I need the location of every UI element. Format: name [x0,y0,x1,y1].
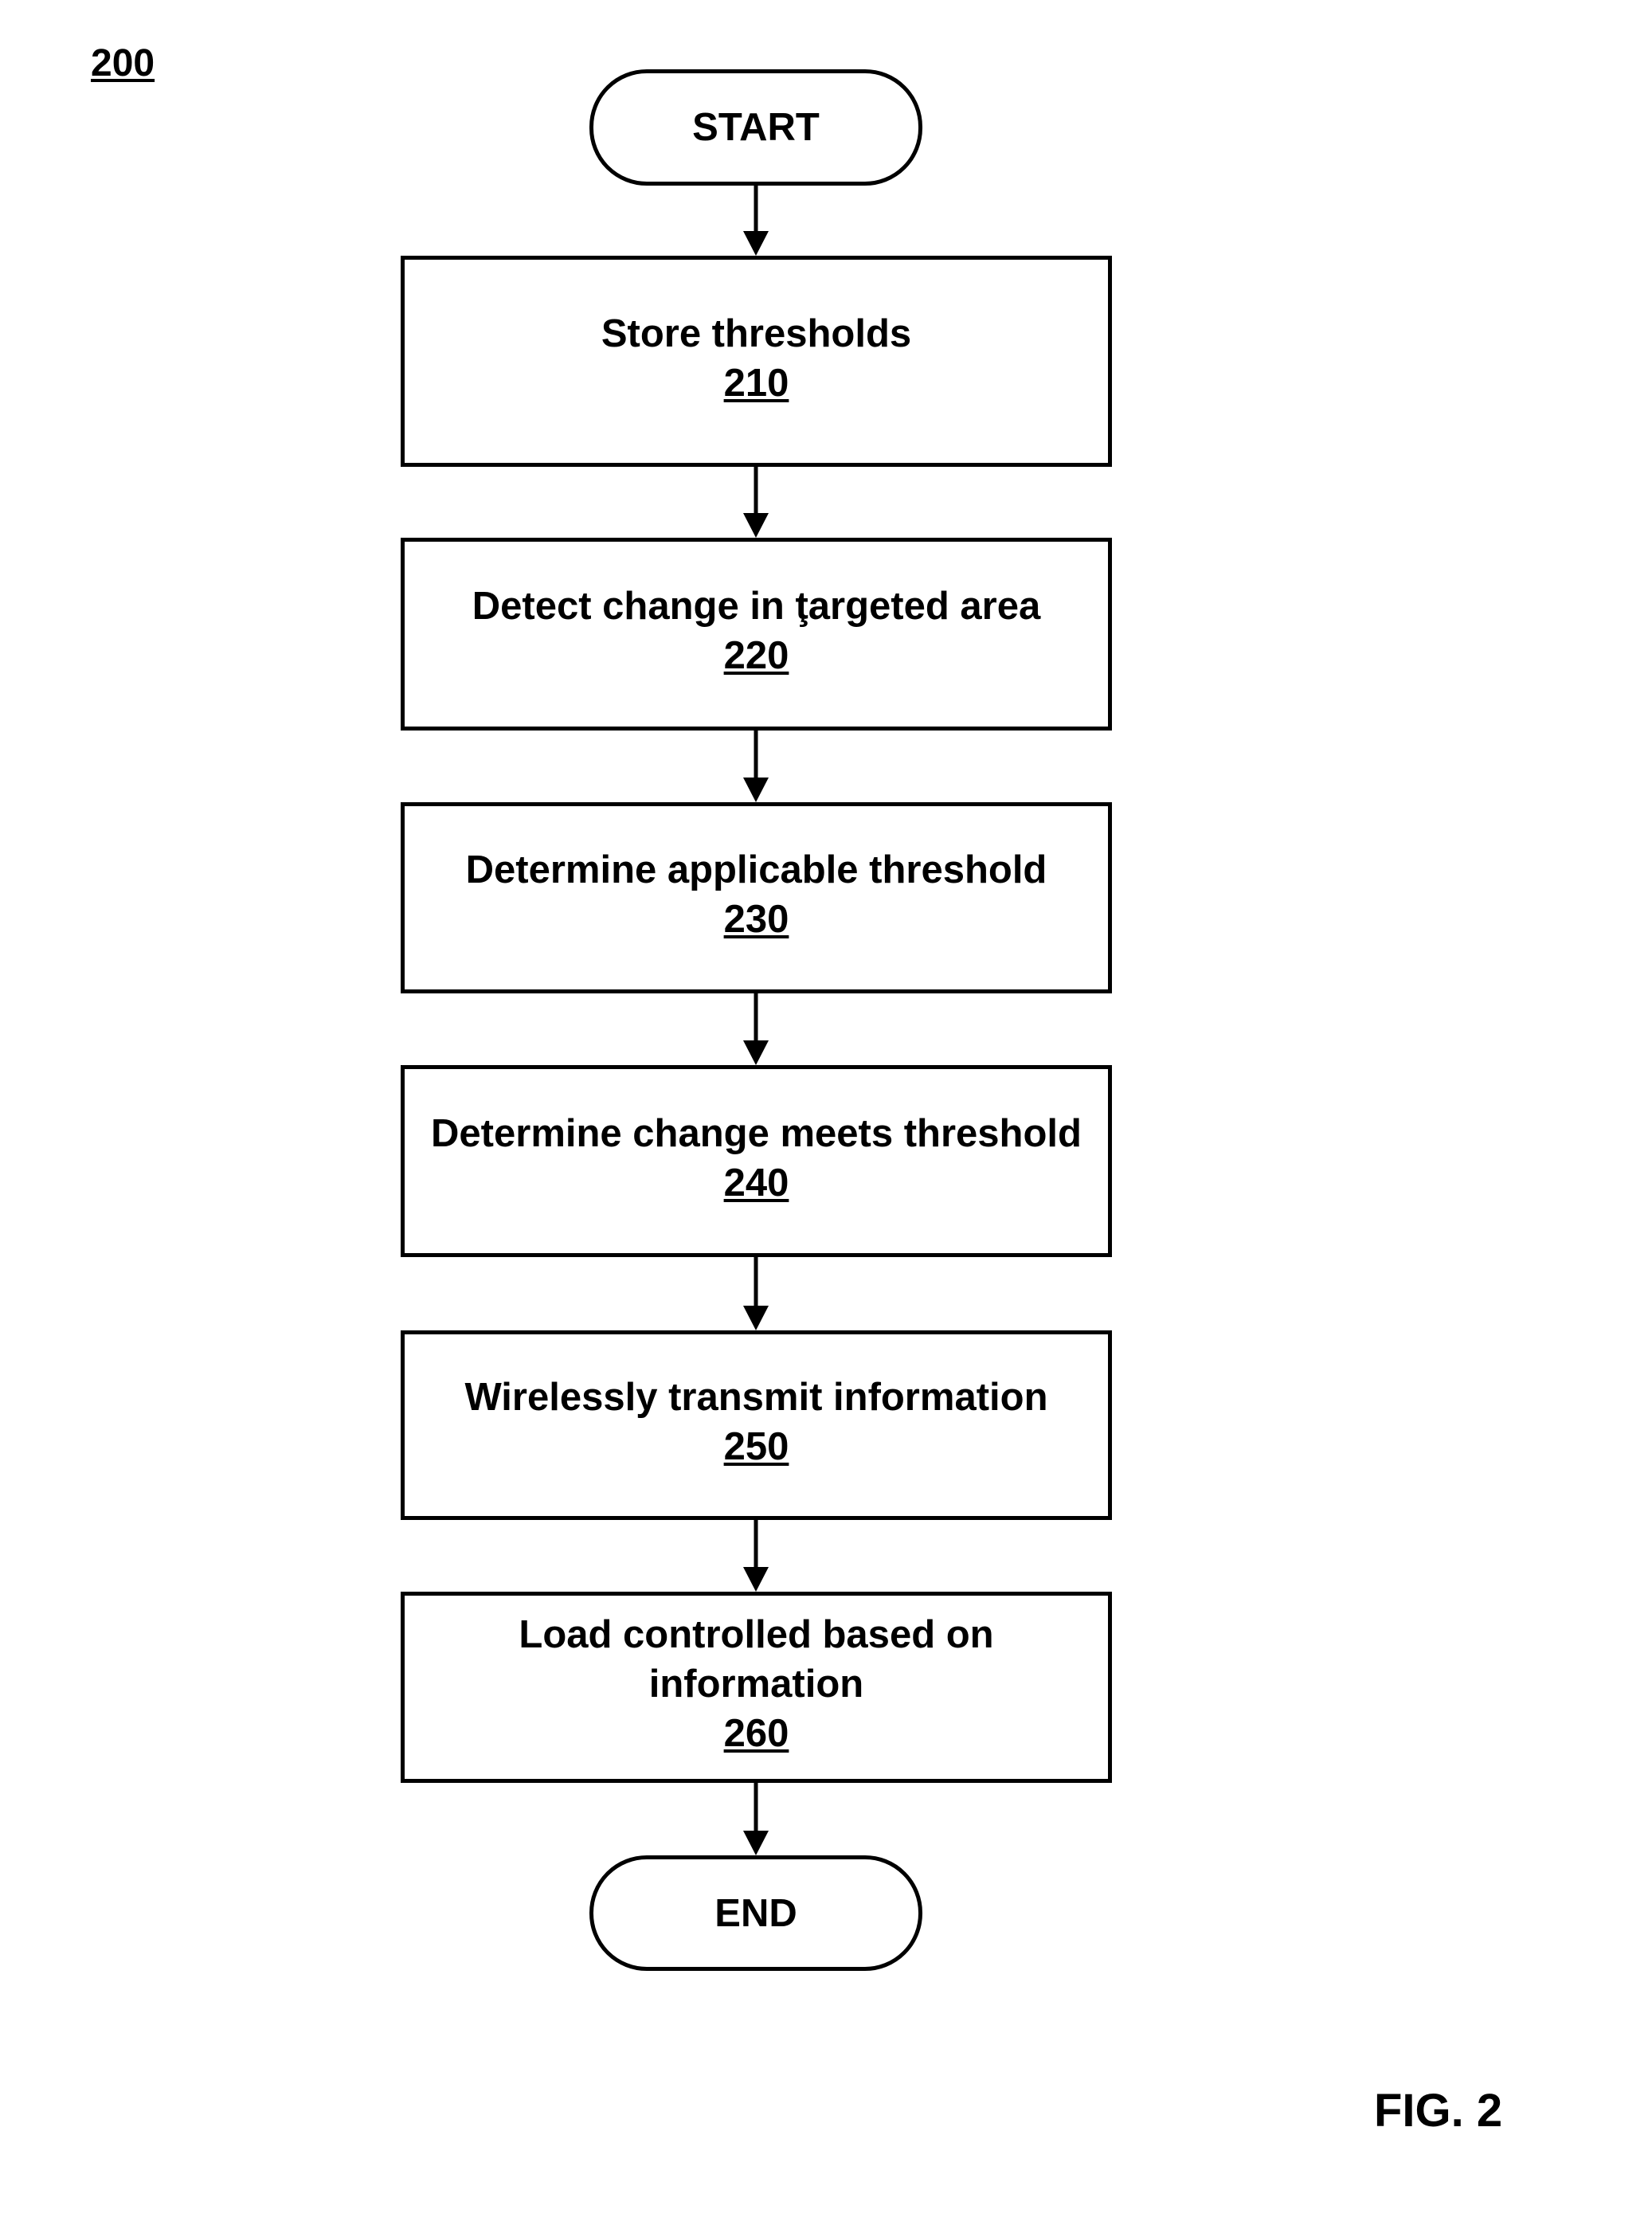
start-terminal: START [589,69,922,186]
step-box-260: Load controlled based on information 260 [401,1592,1112,1783]
step-label: Wirelessly transmit information [464,1376,1048,1419]
figure-reference-numeral: 200 [91,42,155,84]
arrowhead-icon [743,1831,769,1855]
step-number: 220 [723,634,789,677]
arrowhead-icon [743,231,769,256]
figure-caption: FIG. 2 [1374,2085,1503,2137]
step-number: 240 [723,1161,789,1205]
arrowhead-icon [743,1567,769,1592]
step-label: Determine change meets threshold [431,1111,1082,1155]
step-box-230: Determine applicable threshold 230 [401,802,1112,993]
step-label: Detect change in ţargeted area [472,585,1041,628]
step-box-250: Wirelessly transmit information 250 [401,1330,1112,1520]
arrowhead-icon [743,1040,769,1065]
step-box-240: Determine change meets threshold 240 [401,1065,1112,1257]
arrowhead-icon [743,1306,769,1330]
end-label: END [714,1891,797,1935]
start-label: START [692,106,820,149]
step-number: 250 [723,1425,789,1468]
step-label: Load controlled based on information [519,1613,994,1706]
step-box-220: Detect change in ţargeted area 220 [401,538,1112,731]
step-number: 260 [723,1712,789,1755]
step-box-210: Store thresholds 210 [401,256,1112,467]
arrowhead-icon [743,778,769,802]
arrowhead-icon [743,513,769,538]
step-number: 230 [723,898,789,941]
step-label: Store thresholds [601,311,912,355]
step-number: 210 [723,361,789,405]
end-terminal: END [589,1855,922,1971]
step-label: Determine applicable threshold [465,848,1047,891]
